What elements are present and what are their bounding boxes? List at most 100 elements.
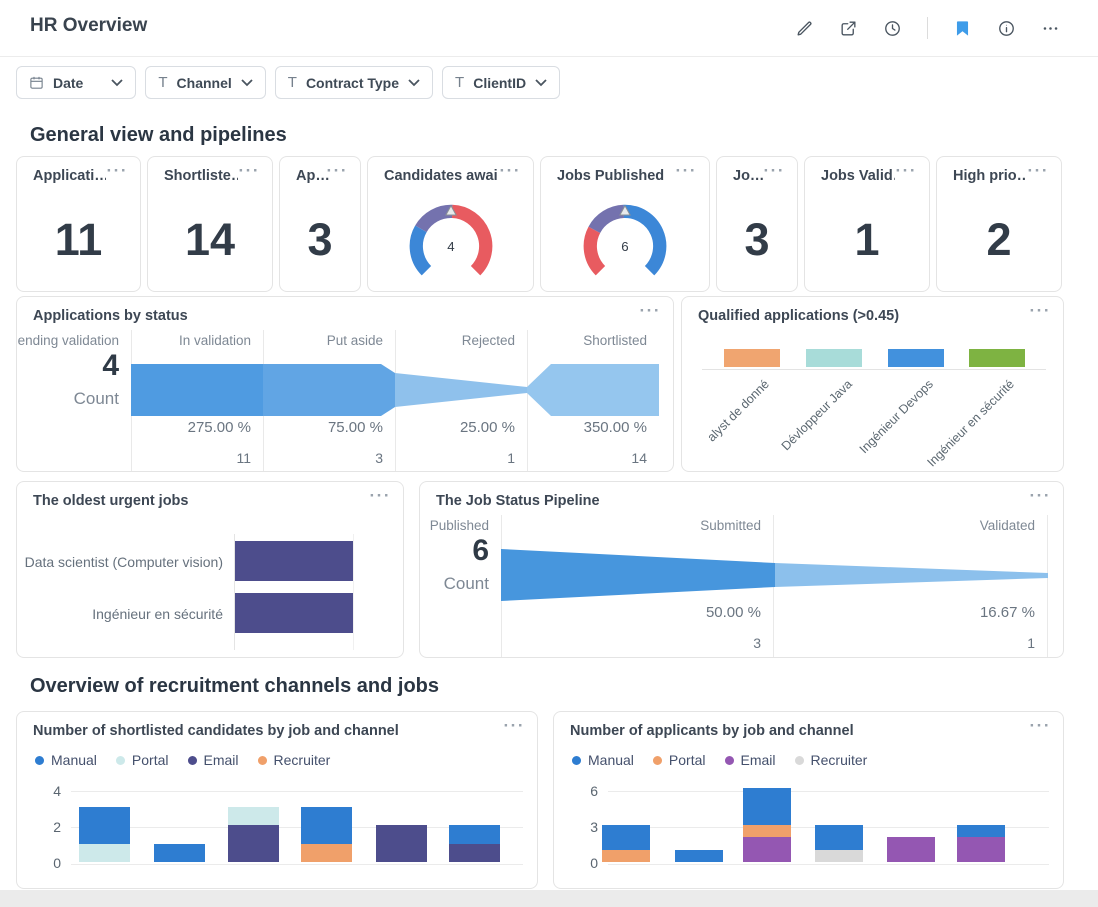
- card-more-icon[interactable]: [640, 301, 661, 321]
- text-type-icon: T: [455, 74, 464, 91]
- y-tick: 2: [17, 819, 61, 835]
- gauge-chart: 6: [565, 193, 685, 287]
- stage-percent: 275.00 %: [188, 419, 251, 436]
- card-more-icon[interactable]: [370, 486, 391, 506]
- y-tick: 6: [554, 783, 598, 799]
- kpi-value: 2: [937, 214, 1061, 266]
- legend-item[interactable]: Portal: [116, 752, 169, 768]
- legend-item[interactable]: Manual: [35, 752, 97, 768]
- stacked-bar[interactable]: [79, 807, 130, 862]
- stacked-bar[interactable]: [743, 788, 791, 862]
- bar[interactable]: [969, 349, 1025, 367]
- funnel-first-stage: Pending validation 4 Count: [17, 297, 131, 471]
- card-more-icon[interactable]: [1028, 161, 1049, 181]
- stacked-bar[interactable]: [815, 825, 863, 862]
- kpi-value: 1: [805, 214, 929, 266]
- card-more-icon[interactable]: [327, 161, 348, 181]
- card-more-icon[interactable]: [1030, 486, 1051, 506]
- stacked-bar[interactable]: [228, 807, 279, 862]
- bar-segment-manual: [79, 807, 130, 844]
- stage-unit: Count: [17, 389, 119, 409]
- stage-label: In validation: [179, 333, 251, 348]
- legend-item[interactable]: Email: [725, 752, 776, 768]
- funnel-first-stage: Published 6 Count: [420, 482, 501, 657]
- filter-contract-type[interactable]: T Contract Type: [275, 66, 433, 99]
- filter-label: Channel: [177, 75, 232, 91]
- legend-dot: [35, 756, 44, 765]
- more-menu-icon[interactable]: [1041, 19, 1060, 38]
- legend-label: Manual: [51, 752, 97, 768]
- card-more-icon[interactable]: [1030, 301, 1051, 321]
- bar[interactable]: [724, 349, 780, 367]
- gridline: [71, 864, 523, 865]
- text-type-icon: T: [288, 74, 297, 91]
- card-more-icon[interactable]: [107, 161, 128, 181]
- bar-segment-manual: [301, 807, 352, 844]
- kpi-label: Jobs Valid…: [821, 168, 895, 184]
- bar[interactable]: [888, 349, 944, 367]
- card-more-icon[interactable]: [500, 161, 521, 181]
- stacked-bar[interactable]: [376, 825, 427, 862]
- row-3: The oldest urgent jobs Data scientist (C…: [16, 481, 1082, 658]
- applicants-by-job-channel-card: Number of applicants by job and channel …: [553, 711, 1064, 889]
- y-tick: 4: [17, 783, 61, 799]
- chart-title: The oldest urgent jobs: [33, 493, 369, 509]
- stacked-bar[interactable]: [449, 825, 500, 862]
- share-icon[interactable]: [839, 19, 858, 38]
- chevron-down-icon: [111, 79, 123, 87]
- bookmark-icon[interactable]: [953, 19, 972, 38]
- bar[interactable]: [806, 349, 862, 367]
- chart-title: Number of shortlisted candidates by job …: [33, 723, 503, 739]
- card-more-icon[interactable]: [504, 716, 525, 736]
- header-actions: [795, 0, 1060, 56]
- card-more-icon[interactable]: [1030, 716, 1051, 736]
- stage-count: 11: [236, 450, 251, 466]
- legend-item[interactable]: Portal: [653, 752, 706, 768]
- stacked-bar[interactable]: [957, 825, 1005, 862]
- stage-label: Shortlisted: [583, 333, 647, 348]
- stacked-bar[interactable]: [154, 844, 205, 862]
- filter-label: Date: [53, 75, 83, 91]
- edit-icon[interactable]: [795, 19, 814, 38]
- qualified-applications-card: Qualified applications (>0.45) alyst de …: [681, 296, 1064, 472]
- card-more-icon[interactable]: [764, 161, 785, 181]
- legend-item[interactable]: Email: [188, 752, 239, 768]
- stacked-bar[interactable]: [675, 850, 723, 862]
- legend-label: Manual: [588, 752, 634, 768]
- filter-clientid[interactable]: T ClientID: [442, 66, 560, 99]
- chevron-down-icon: [408, 79, 420, 87]
- chart-legend: Manual Portal Email Recruiter: [35, 752, 330, 768]
- stacked-bar[interactable]: [602, 825, 650, 862]
- bar-segment-manual: [815, 825, 863, 850]
- filter-date[interactable]: Date: [16, 66, 136, 99]
- info-icon[interactable]: [997, 19, 1016, 38]
- chart-title: Qualified applications (>0.45): [698, 308, 1029, 324]
- chart-legend: Manual Portal Email Recruiter: [572, 752, 867, 768]
- kpi-card-applications: Applicati… 11: [16, 156, 141, 292]
- stacked-bar[interactable]: [301, 807, 352, 862]
- kpi-card-jobs-valid: Jobs Valid… 1: [804, 156, 930, 292]
- legend-item[interactable]: Recruiter: [258, 752, 331, 768]
- kpi-card-high-prio: High prio… 2: [936, 156, 1062, 292]
- kpi-value: 3: [717, 214, 797, 266]
- calendar-icon: [29, 75, 44, 90]
- bar-segment-recruiter: [815, 850, 863, 862]
- stacked-bar[interactable]: [887, 837, 935, 862]
- bar-segment-email: [887, 837, 935, 862]
- legend-item[interactable]: Recruiter: [795, 752, 868, 768]
- chart-title: The Job Status Pipeline: [436, 493, 1029, 509]
- gridline: [353, 534, 354, 650]
- bar-segment-email: [957, 837, 1005, 862]
- card-more-icon[interactable]: [896, 161, 917, 181]
- kpi-card-ap: Ap… 3: [279, 156, 361, 292]
- history-icon[interactable]: [883, 19, 902, 38]
- bar-segment-email: [743, 837, 791, 862]
- card-more-icon[interactable]: [239, 161, 260, 181]
- hbar[interactable]: [235, 541, 353, 581]
- stage-percent: 350.00 %: [584, 419, 647, 436]
- legend-item[interactable]: Manual: [572, 752, 634, 768]
- filter-channel[interactable]: T Channel: [145, 66, 265, 99]
- hbar[interactable]: [235, 593, 353, 633]
- card-more-icon[interactable]: [676, 161, 697, 181]
- stage-count: 3: [753, 635, 761, 651]
